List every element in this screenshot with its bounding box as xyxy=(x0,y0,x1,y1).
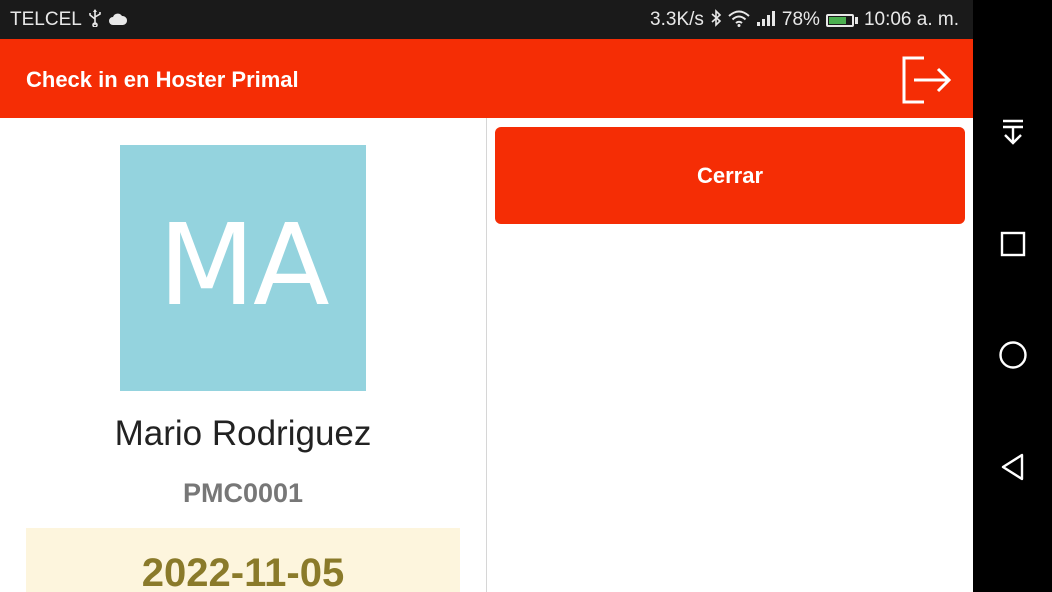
status-bar-right: 3.3K/s 78% 10:06 a. m. xyxy=(650,9,959,31)
logout-button[interactable] xyxy=(900,54,954,106)
user-name: Mario Rodriguez xyxy=(114,414,372,453)
usb-icon xyxy=(88,9,102,31)
user-code: PMC0001 xyxy=(182,478,304,508)
date-box: 2022-11-05 xyxy=(26,528,460,592)
signal-icon xyxy=(756,10,776,30)
battery-icon xyxy=(825,13,858,27)
carrier-label: TELCEL xyxy=(10,9,82,30)
network-speed: 3.3K/s xyxy=(650,9,704,30)
home-button[interactable] xyxy=(973,325,1052,385)
profile-panel: MA Mario Rodriguez PMC0001 2022-11-05 xyxy=(0,118,486,592)
actions-panel: Cerrar xyxy=(486,118,973,592)
avatar-initials: MA xyxy=(158,201,329,331)
notification-pull-button[interactable] xyxy=(973,102,1052,162)
avatar: MA xyxy=(120,145,366,391)
close-button[interactable]: Cerrar xyxy=(495,127,965,224)
navigation-bar xyxy=(973,0,1052,592)
back-button[interactable] xyxy=(973,437,1052,497)
page-title: Check in en Hoster Primal xyxy=(26,67,299,92)
status-bar: TELCEL 3.3K/s 78% 10:06 a. m. xyxy=(0,0,973,39)
home-icon xyxy=(998,341,1027,369)
bluetooth-icon xyxy=(710,9,722,31)
logout-icon xyxy=(902,56,952,104)
recents-button[interactable] xyxy=(973,214,1052,274)
check-in-date: 2022-11-05 xyxy=(141,551,345,592)
clock: 10:06 a. m. xyxy=(863,9,959,30)
app-bar: Check in en Hoster Primal xyxy=(0,39,973,118)
back-icon xyxy=(1001,453,1023,481)
recents-icon xyxy=(1000,231,1025,257)
status-bar-left: TELCEL xyxy=(10,9,128,31)
notification-pull-icon xyxy=(1002,119,1023,145)
wifi-icon xyxy=(728,10,750,31)
cloud-icon xyxy=(108,11,128,30)
battery-percent: 78% xyxy=(781,9,820,30)
